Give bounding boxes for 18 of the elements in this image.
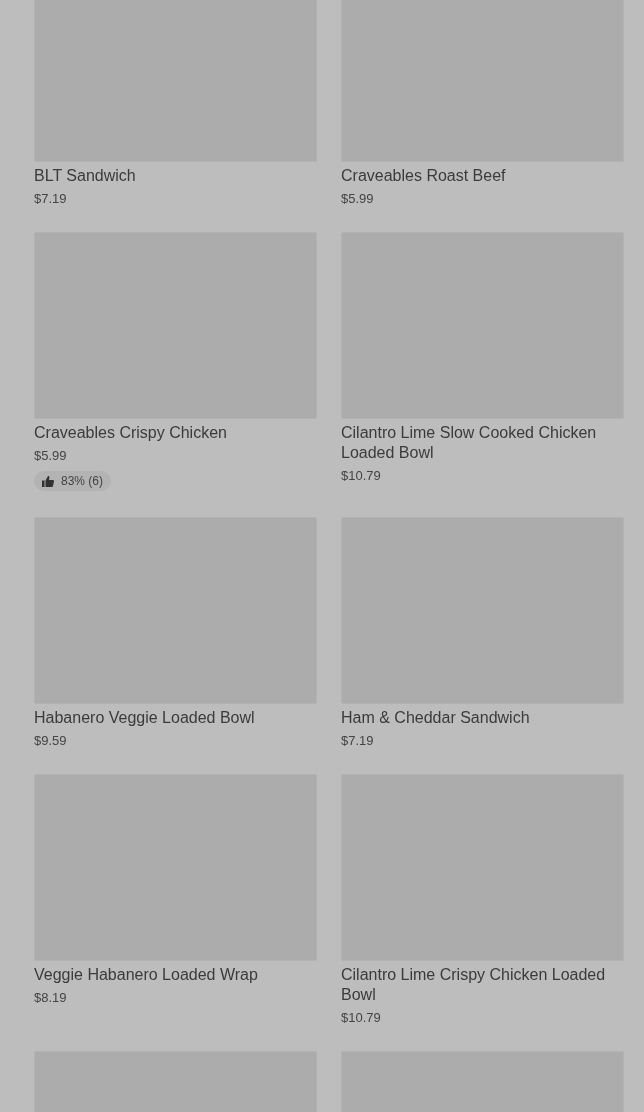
item-price: $5.99	[341, 191, 375, 206]
item-price: $10.79	[341, 1010, 382, 1025]
item-price: $10.79	[341, 468, 382, 483]
item-name[interactable]: Cilantro Lime Crispy Chicken Loaded Bowl	[341, 965, 624, 1005]
item-price: $5.99	[34, 448, 68, 463]
thumbs-up-icon	[42, 475, 54, 487]
item-name[interactable]: Cilantro Lime Slow Cooked Chicken Loaded Bowl	[341, 423, 624, 463]
item-name[interactable]: Ham & Cheddar Sandwich	[341, 708, 624, 728]
item-price: $8.19	[34, 990, 68, 1005]
rating-text: 83% (6)	[61, 474, 104, 488]
item-name[interactable]: Habanero Veggie Loaded Bowl	[34, 708, 317, 728]
item-name[interactable]: Craveables Roast Beef	[341, 166, 624, 186]
item-price: $7.19	[34, 191, 68, 206]
item-price: $7.19	[341, 733, 375, 748]
item-name[interactable]: Craveables Crispy Chicken	[34, 423, 317, 443]
item-name[interactable]: Veggie Habanero Loaded Wrap	[34, 965, 317, 985]
item-name[interactable]: BLT Sandwich	[34, 166, 317, 186]
item-price: $9.59	[34, 733, 68, 748]
